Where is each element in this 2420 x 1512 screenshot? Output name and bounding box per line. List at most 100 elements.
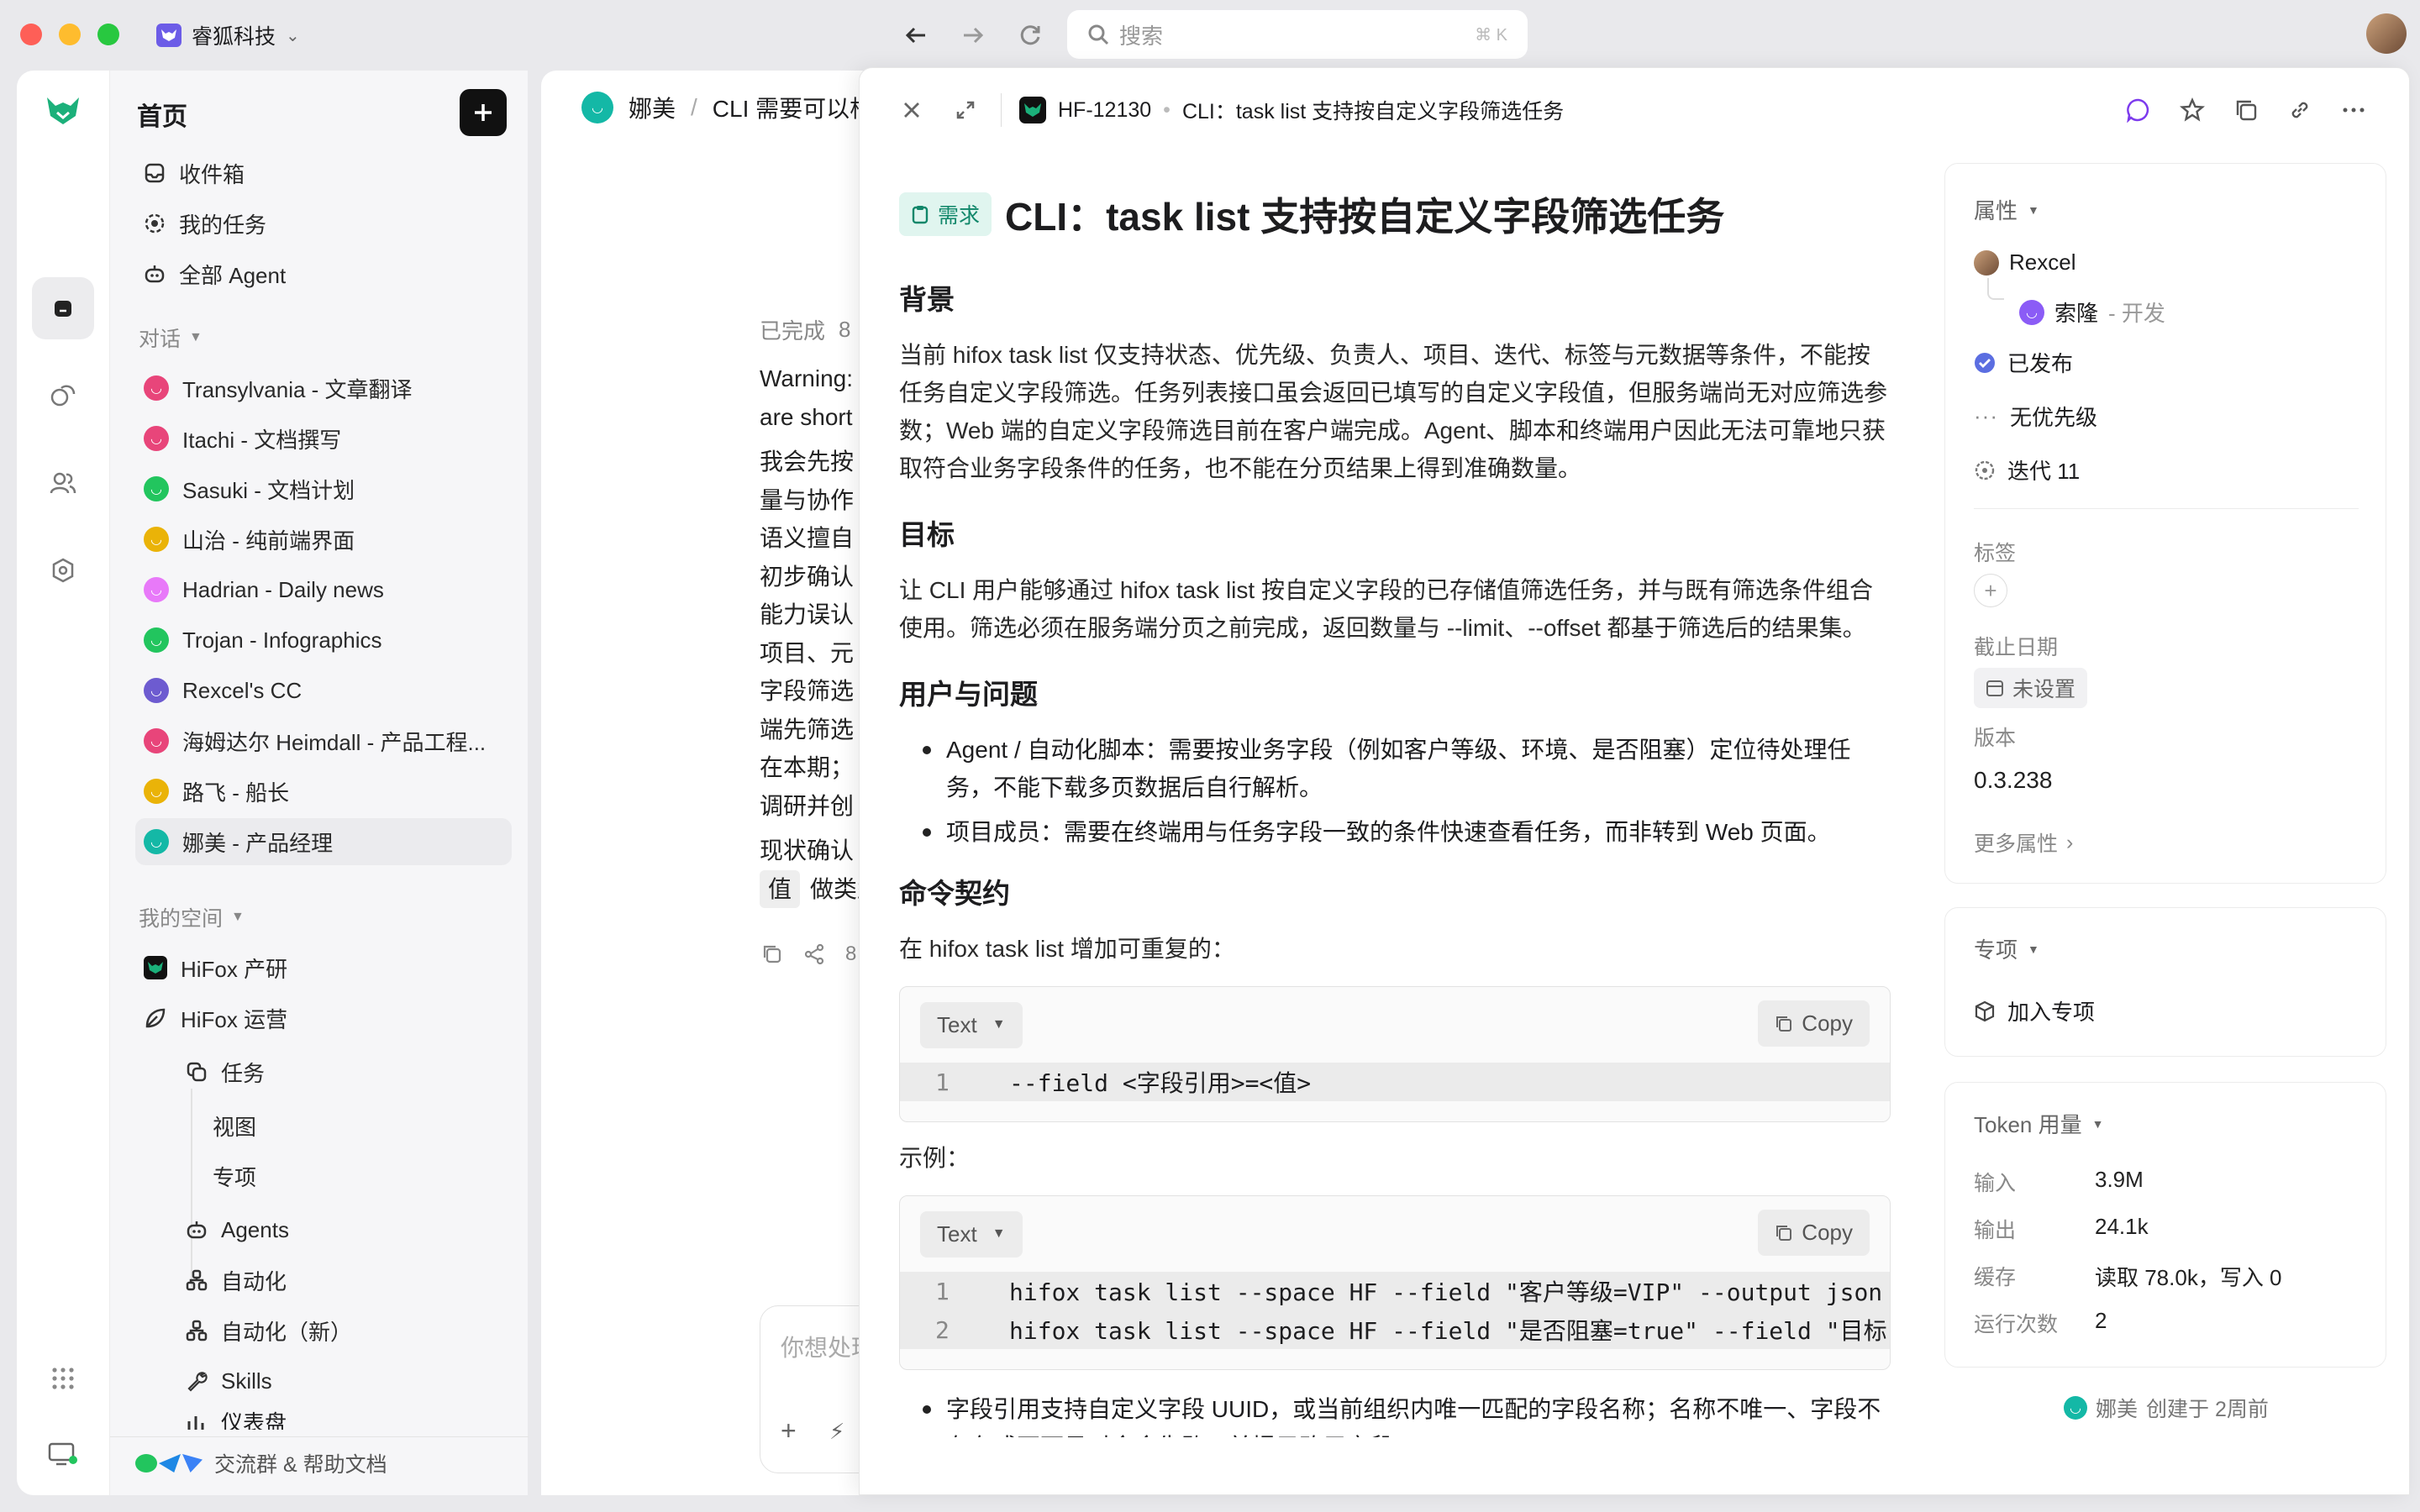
copy-code-button[interactable]: Copy	[1758, 1210, 1870, 1256]
sidebar-chat-item[interactable]: ◡ Itachi - 文档撰写	[135, 415, 512, 462]
ops-item-dashboard[interactable]: 仪表盘	[177, 1411, 512, 1430]
sidebar-chat-item[interactable]: ◡ 山治 - 纯前端界面	[135, 516, 512, 563]
chat-agent-name[interactable]: 娜美	[629, 91, 676, 124]
sidebar-item-my-tasks[interactable]: 我的任务	[135, 200, 512, 247]
line-number: 1	[935, 1068, 950, 1096]
sidebar-chat-item[interactable]: ◡ 路飞 - 船长	[135, 768, 512, 815]
ops-item-agents[interactable]: Agents	[177, 1206, 512, 1253]
language-select[interactable]: Text ▼	[920, 1001, 1023, 1048]
due-date-label: 截止日期	[1974, 636, 2059, 659]
ellipsis-icon: ···	[1974, 403, 1998, 428]
issue-title[interactable]: CLI：task list 支持按自定义字段筛选任务	[1005, 186, 1724, 242]
priority-field[interactable]: ··· 无优先级	[1974, 401, 2097, 432]
lightning-icon[interactable]: ⚡	[829, 1419, 844, 1445]
ops-item-label: 仪表盘	[221, 1411, 287, 1430]
task-done-row[interactable]: 已完成 8	[760, 314, 850, 345]
assignee-connector	[1987, 278, 2004, 300]
link-icon[interactable]	[2281, 92, 2318, 129]
ops-item-label: Agents	[221, 1216, 289, 1242]
language-select[interactable]: Text ▼	[920, 1210, 1023, 1257]
space-section-header[interactable]: 我的空间 ▼	[139, 902, 245, 932]
share-icon[interactable]	[803, 943, 825, 965]
status-field[interactable]: 已发布	[1974, 347, 2073, 378]
sidebar-chat-label: Itachi - 文档撰写	[182, 427, 342, 453]
sidebar-home-title: 首页	[137, 103, 187, 131]
command-paragraph: 在 hifox task list 增加可重复的：	[899, 936, 1235, 962]
minimize-window-button[interactable]	[59, 24, 81, 45]
copy-icon[interactable]	[761, 943, 783, 965]
ops-item-tasks[interactable]: 任务	[177, 1048, 512, 1095]
owner-field[interactable]: Rexcel	[1974, 249, 2075, 276]
sidebar-chat-item[interactable]: ◡ 海姆达尔 Heimdall - 产品工程...	[135, 717, 512, 764]
ops-item-projects[interactable]: 专项	[204, 1152, 512, 1200]
back-arrow-icon[interactable]	[899, 18, 933, 52]
ops-item-automation-new[interactable]: 自动化（新）	[177, 1307, 512, 1354]
app-logo-icon[interactable]	[45, 96, 81, 130]
forward-arrow-icon[interactable]	[956, 18, 990, 52]
issue-type-badge[interactable]: 需求	[899, 192, 992, 236]
sidebar: 首页 收件箱 我的任务 全部 Agent 对话 ▼ ◡ Transylvania -…	[109, 71, 529, 1495]
search-input[interactable]: 搜索 ⌘ K	[1067, 10, 1528, 59]
sidebar-chat-item[interactable]: ◡ Hadrian - Daily news	[135, 566, 512, 613]
project-header[interactable]: 专项 ▼	[1974, 933, 2039, 964]
apps-grid-icon[interactable]	[32, 1347, 94, 1410]
sidebar-chat-item[interactable]: ◡ Trojan - Infographics	[135, 617, 512, 664]
sidebar-item-all-agents[interactable]: 全部 Agent	[135, 250, 512, 297]
properties-header[interactable]: 属性 ▼	[1974, 194, 2039, 225]
copy-label: Copy	[1802, 1011, 1853, 1036]
user-avatar[interactable]	[2366, 13, 2407, 54]
space-hifox-ops[interactable]: HiFox 运营	[135, 995, 512, 1042]
workspace-switcher[interactable]: 睿狐科技 ⌄	[156, 17, 300, 54]
sidebar-chat-label: Trojan - Infographics	[182, 627, 382, 653]
agent-avatar-icon: ◡	[2019, 299, 2044, 325]
star-icon[interactable]	[2174, 92, 2211, 129]
ops-item-automation[interactable]: 自动化	[177, 1257, 512, 1304]
desktop-icon[interactable]	[32, 1423, 94, 1485]
expand-icon[interactable]	[947, 92, 984, 129]
attach-plus-icon[interactable]: +	[781, 1415, 797, 1446]
zoom-window-button[interactable]	[97, 24, 119, 45]
sidebar-chat-item[interactable]: ◡ 娜美 - 产品经理	[135, 818, 512, 865]
help-docs-link[interactable]: 交流群 & 帮助文档	[135, 1448, 387, 1478]
close-window-button[interactable]	[20, 24, 42, 45]
more-properties-link[interactable]: 更多属性 ›	[1974, 827, 2073, 858]
new-item-button[interactable]	[460, 89, 507, 136]
iteration-field[interactable]: 迭代 11	[1974, 454, 2080, 486]
ops-item-views[interactable]: 视图	[204, 1102, 512, 1149]
token-usage-card: Token 用量 ▼ 输入 3.9M 输出 24.1k 缓存 读取 78.0k，写…	[1944, 1082, 2386, 1368]
dingtalk-icon	[182, 1454, 203, 1473]
hifox-logo-icon	[144, 956, 167, 979]
chevron-right-icon: ›	[2066, 830, 2074, 854]
creator-name[interactable]: 娜美	[2096, 1393, 2138, 1423]
assignee-field[interactable]: ◡ 索隆 - 开发	[2019, 297, 2165, 328]
more-icon[interactable]	[2335, 92, 2372, 129]
add-project-button[interactable]: 加入专项	[1974, 995, 2095, 1026]
add-tag-button[interactable]: +	[1974, 574, 2007, 607]
chat-section-header[interactable]: 对话 ▼	[139, 323, 203, 353]
space-hifox-rd[interactable]: HiFox 产研	[135, 944, 512, 991]
home-icon[interactable]	[32, 277, 94, 339]
ops-item-skills[interactable]: Skills	[177, 1357, 512, 1404]
wechat-icon	[135, 1454, 157, 1473]
settings-icon[interactable]	[32, 539, 94, 601]
token-header[interactable]: Token 用量 ▼	[1974, 1108, 2103, 1139]
plus-icon	[475, 104, 492, 121]
due-date-value-button[interactable]: 未设置	[1974, 668, 2088, 708]
comment-icon[interactable]	[2120, 92, 2157, 129]
copy-code-button[interactable]: Copy	[1758, 1000, 1870, 1047]
version-value[interactable]: 0.3.238	[1974, 767, 2052, 794]
robot-icon	[187, 1221, 207, 1239]
search-shortcut: ⌘ K	[1475, 25, 1507, 45]
issue-key[interactable]: HF-12130	[1058, 98, 1151, 123]
sidebar-chat-item[interactable]: ◡ Sasuki - 文档计划	[135, 465, 512, 512]
members-icon[interactable]	[32, 452, 94, 514]
chat-icon[interactable]	[32, 365, 94, 427]
close-icon[interactable]	[893, 92, 930, 129]
sidebar-chat-item[interactable]: ◡ Rexcel's CC	[135, 667, 512, 714]
token-cache-value: 读取 78.0k，写入 0	[2095, 1265, 2282, 1290]
duplicate-icon[interactable]	[2228, 92, 2265, 129]
sidebar-item-inbox[interactable]: 收件箱	[135, 150, 512, 197]
help-docs-label: 交流群 & 帮助文档	[214, 1453, 387, 1477]
refresh-icon[interactable]	[1013, 18, 1047, 52]
sidebar-chat-item[interactable]: ◡ Transylvania - 文章翻译	[135, 365, 512, 412]
